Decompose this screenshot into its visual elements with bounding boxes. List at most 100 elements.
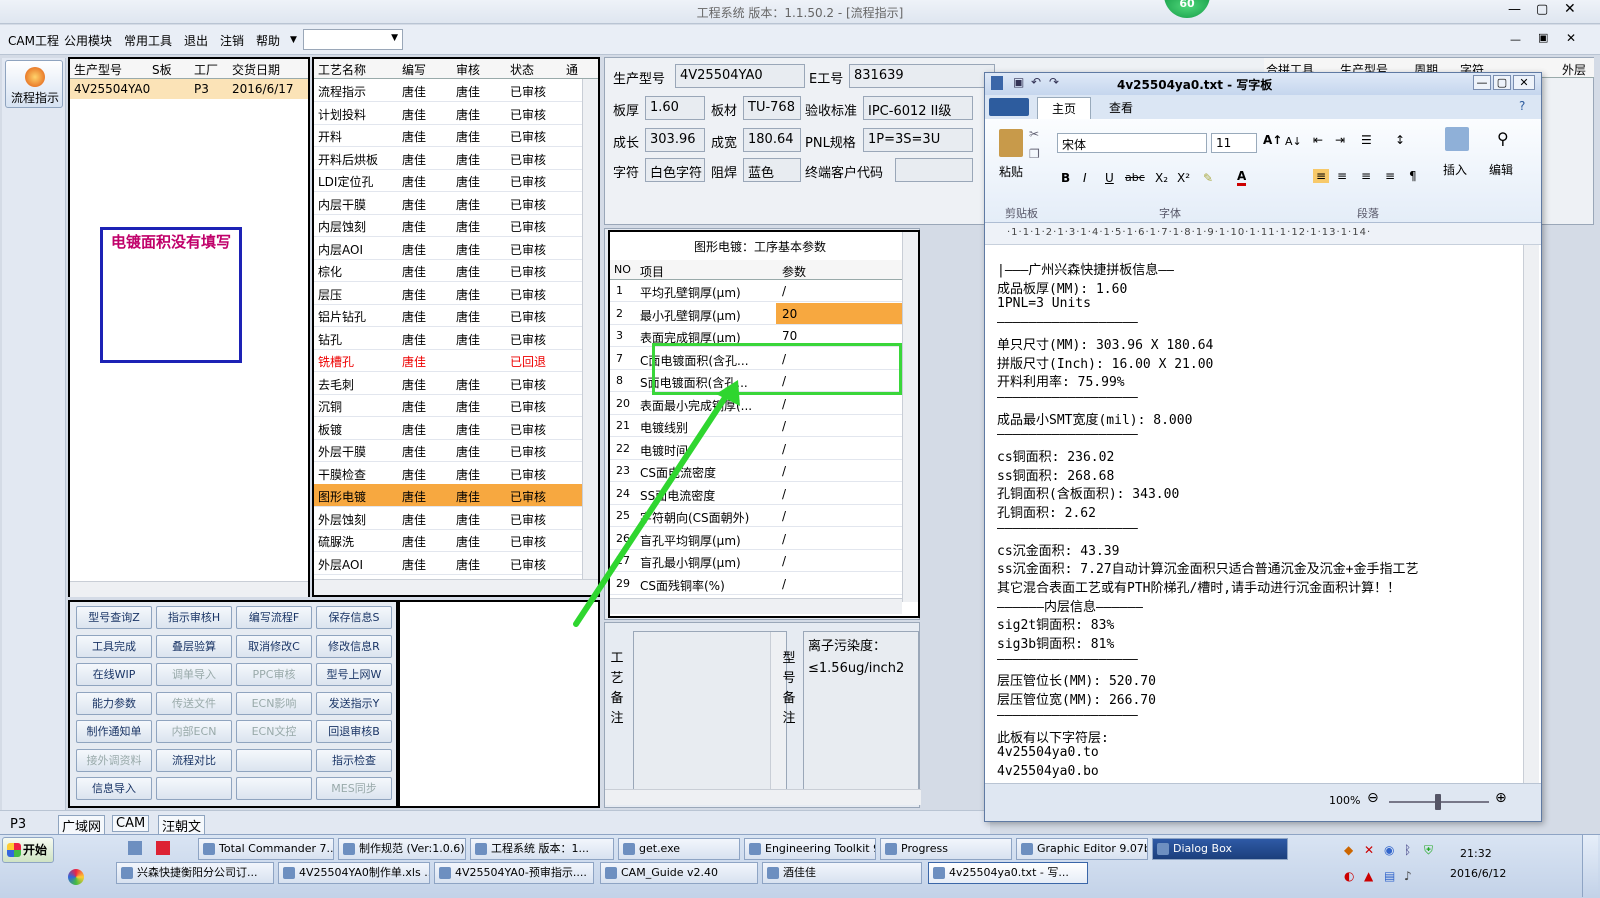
status-tab-user[interactable]: 汪朝文 <box>158 815 206 836</box>
document-vscroll[interactable] <box>1523 245 1539 783</box>
process-row[interactable]: 内层蚀刻 唐佳 唐佳 已审核 <box>314 214 582 237</box>
process-row[interactable]: 开料后烘板 唐佳 唐佳 已审核 <box>314 147 582 170</box>
network-icon[interactable]: ▤ <box>1384 869 1395 883</box>
process-row[interactable]: 内层AOI 唐佳 唐佳 已审核 <box>314 237 582 260</box>
taskbar-button[interactable]: 工程系统 版本：1... <box>470 838 614 860</box>
font-color-icon[interactable]: A <box>1237 169 1247 186</box>
superscript-icon[interactable]: X² <box>1177 171 1190 185</box>
quick-launch-icon[interactable] <box>156 841 170 855</box>
taskbar-button[interactable]: Total Commander 7.... <box>198 838 334 860</box>
italic-icon[interactable]: I <box>1083 171 1087 185</box>
insert-picture-icon[interactable] <box>1445 127 1469 151</box>
action-button[interactable]: 接外调资料 <box>76 748 152 772</box>
ribbon-tab-view[interactable]: 查看 <box>1109 99 1133 116</box>
process-row[interactable]: 图形电镀 唐佳 唐佳 已审核 <box>314 484 582 507</box>
increase-indent-icon[interactable]: ⇥ <box>1335 133 1345 147</box>
process-row[interactable]: 开料 唐佳 唐佳 已审核 <box>314 124 582 147</box>
process-row[interactable]: 沉铜 唐佳 唐佳 已审核 <box>314 394 582 417</box>
start-button[interactable]: 开始 <box>2 837 54 863</box>
tray-app-icon-1[interactable]: ◆ <box>1344 843 1353 857</box>
col-reviewer[interactable]: 审核 <box>456 61 480 78</box>
copy-icon[interactable]: ❐ <box>1029 147 1040 161</box>
status-tab-p3[interactable]: P3 <box>10 817 26 832</box>
strikethrough-icon[interactable]: abc <box>1125 171 1145 184</box>
shield-icon[interactable]: ⛨ <box>1424 843 1433 858</box>
action-button[interactable]: 指示审核H <box>156 606 232 629</box>
paragraph-icon[interactable]: ¶ <box>1409 169 1417 183</box>
process-row[interactable]: 硫脲洗 唐佳 唐佳 已审核 <box>314 529 582 552</box>
action-button[interactable]: 取消修改C <box>236 634 312 658</box>
param-row[interactable]: 1 平均孔壁铜厚(μm) / <box>610 280 902 302</box>
process-row[interactable]: 内层干膜 唐佳 唐佳 已审核 <box>314 192 582 215</box>
paste-icon[interactable] <box>999 129 1023 157</box>
process-row[interactable]: 外层蚀刻 唐佳 唐佳 已审核 <box>314 507 582 530</box>
thickness-field[interactable]: 1.60 <box>645 96 705 120</box>
action-button[interactable]: ECN文控 <box>236 720 312 743</box>
standard-field[interactable]: IPC-6012 II级 <box>863 96 973 120</box>
process-row[interactable]: 外层AOI 唐佳 唐佳 已审核 <box>314 552 582 575</box>
cut-icon[interactable]: ✂ <box>1029 127 1039 141</box>
taskbar-button[interactable]: 制作规范 (Ver:1.0.6) <box>338 838 466 860</box>
volume-icon[interactable]: ♪ <box>1404 869 1412 883</box>
action-button[interactable]: 在线WIP <box>76 663 152 686</box>
decrease-indent-icon[interactable]: ⇤ <box>1313 133 1323 147</box>
process-hscroll[interactable] <box>314 579 598 595</box>
subscript-icon[interactable]: X₂ <box>1155 171 1168 185</box>
col-extra[interactable]: 通 <box>566 61 578 78</box>
status-tab-wan[interactable]: 广域网 <box>58 815 106 836</box>
menu-logout[interactable]: 注销 <box>220 32 244 49</box>
col-model[interactable]: 生产型号 <box>74 61 122 78</box>
highlight-icon[interactable]: ✎ <box>1203 171 1213 185</box>
wordpad-close-icon[interactable]: ✕ <box>1513 75 1535 90</box>
customer-field[interactable] <box>895 158 973 182</box>
combo-arrow-icon[interactable]: ▼ <box>391 33 398 43</box>
action-button[interactable]: 编写流程F <box>236 606 312 629</box>
taskbar-button[interactable]: Progress <box>880 838 1012 860</box>
taskbar-button[interactable]: Graphic Editor 9.07b... <box>1016 838 1148 860</box>
action-button[interactable]: 信息导入 <box>76 777 152 800</box>
action-button[interactable] <box>236 748 312 772</box>
taskbar-button[interactable]: 4V25504YA0-预审指示.... <box>434 862 594 884</box>
ruler[interactable]: ·1·1·1·2·1·3·1·4·1·5·1·6·1·7·1·8·1·9·1·1… <box>985 223 1541 245</box>
grow-font-icon[interactable]: A↑ <box>1263 133 1282 147</box>
process-row[interactable]: 层压 唐佳 唐佳 已审核 <box>314 282 582 305</box>
process-row[interactable]: 棕化 唐佳 唐佳 已审核 <box>314 259 582 282</box>
model-row[interactable]: 4V25504YA0 P3 2016/6/17 <box>70 79 308 99</box>
bluetooth-icon[interactable]: ᛒ <box>1404 843 1411 857</box>
font-size-select[interactable]: 11 <box>1211 133 1257 153</box>
menu-tools[interactable]: 常用工具 <box>124 32 172 49</box>
tray-app-icon-2[interactable]: ✕ <box>1364 843 1374 857</box>
menu-public[interactable]: 公用模块 <box>64 32 112 49</box>
material-field[interactable]: TU-768 <box>743 96 801 120</box>
taskbar-button[interactable]: Dialog Box <box>1152 838 1288 860</box>
shrink-font-icon[interactable]: A↓ <box>1285 135 1302 148</box>
action-button[interactable]: 传送文件 <box>156 691 232 715</box>
edit-label[interactable]: 编辑 <box>1489 161 1513 178</box>
process-row[interactable]: LDI定位孔 唐佳 唐佳 已审核 <box>314 169 582 192</box>
action-button[interactable]: 发送指示Y <box>316 691 392 715</box>
col-param[interactable]: 参数 <box>782 263 806 280</box>
action-button[interactable]: 叠层验算 <box>156 634 232 658</box>
param-row[interactable]: 2 最小孔壁铜厚(μm) 20 <box>610 302 902 325</box>
find-icon[interactable]: ⚲ <box>1497 129 1509 148</box>
action-button[interactable]: PPC审核 <box>236 663 312 686</box>
col-process-name[interactable]: 工艺名称 <box>318 61 366 78</box>
mdi-close-icon[interactable]: ✕ <box>1566 31 1576 45</box>
align-right-icon[interactable]: ≡ <box>1361 169 1371 183</box>
process-row[interactable]: 外层干膜 唐佳 唐佳 已审核 <box>314 439 582 462</box>
process-row[interactable]: 流程指示 唐佳 唐佳 已审核 <box>314 79 582 102</box>
col-factory[interactable]: 工厂 <box>194 61 218 78</box>
process-row[interactable]: 铝片钻孔 唐佳 唐佳 已审核 <box>314 304 582 327</box>
process-notes-field[interactable] <box>633 631 787 795</box>
notes-hscroll[interactable] <box>605 789 921 805</box>
wordpad-file-menu-icon[interactable] <box>989 98 1029 116</box>
maximize-icon[interactable]: ▢ <box>1536 2 1548 17</box>
action-button[interactable]: 流程对比 <box>156 748 232 772</box>
action-button[interactable]: 修改信息R <box>316 634 392 658</box>
flow-indicator-button[interactable]: 流程指示 <box>5 60 63 108</box>
justify-icon[interactable]: ≡ <box>1385 169 1395 183</box>
process-row[interactable]: 去毛刺 唐佳 唐佳 已审核 <box>314 372 582 395</box>
action-button[interactable]: 保存信息S <box>316 606 392 629</box>
menu-dropdown-icon[interactable]: ▼ <box>290 35 297 45</box>
e-no-field[interactable]: 831639 <box>849 64 995 88</box>
